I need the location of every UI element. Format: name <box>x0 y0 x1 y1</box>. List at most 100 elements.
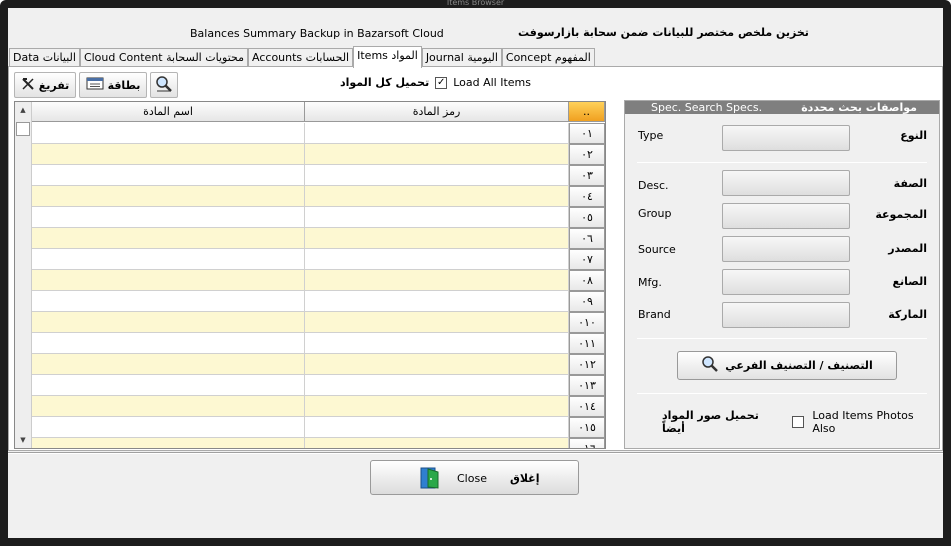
load-photos-checkbox[interactable] <box>792 416 805 428</box>
brand-selector-button[interactable] <box>722 302 850 328</box>
item-name-cell[interactable] <box>32 270 305 291</box>
item-code-cell[interactable] <box>305 144 569 165</box>
tab-data[interactable]: Data البيانات <box>9 48 80 68</box>
item-name-cell[interactable] <box>32 123 305 144</box>
table-row[interactable]: ٠٩ <box>32 291 605 312</box>
item-name-cell[interactable] <box>32 228 305 249</box>
row-number-cell[interactable]: ٠٣ <box>569 165 605 186</box>
item-code-cell[interactable] <box>305 417 569 438</box>
table-row[interactable]: ٠٥ <box>32 207 605 228</box>
item-code-cell[interactable] <box>305 249 569 270</box>
card-icon <box>86 77 104 93</box>
load-photos-label-ar: تحميل صور المواد أيضاً <box>662 409 759 435</box>
classify-button[interactable]: التصنيف / التصنيف الفرعي <box>677 351 897 380</box>
spec-divider <box>637 338 927 339</box>
clear-button[interactable]: تفريغ <box>14 72 76 98</box>
tab-accounts[interactable]: Accounts الحسابات <box>248 48 354 68</box>
row-number-cell[interactable]: ٠٢ <box>569 144 605 165</box>
row-number-cell[interactable]: ٠١٣ <box>569 375 605 396</box>
desc-selector-button[interactable] <box>722 170 850 196</box>
type-label-en: Type <box>638 129 664 142</box>
tab-concept[interactable]: Concept المفهوم <box>501 48 595 68</box>
table-row[interactable]: ٠١٤ <box>32 396 605 417</box>
table-row[interactable]: ٠٧ <box>32 249 605 270</box>
table-row[interactable]: ٠١٠ <box>32 312 605 333</box>
column-header-item-name[interactable]: اسم المادة <box>32 102 305 122</box>
item-name-cell[interactable] <box>32 417 305 438</box>
item-code-cell[interactable] <box>305 123 569 144</box>
row-number-cell[interactable]: ٠٤ <box>569 186 605 207</box>
item-code-cell[interactable] <box>305 228 569 249</box>
scroll-thumb[interactable] <box>16 122 30 136</box>
row-number-cell[interactable]: ٠٧ <box>569 249 605 270</box>
items-grid[interactable]: ▲ ▼ اسم المادة رمز المادة .. ٠١ ٠٢ ٠٣ ٠٤ ٠٥ ٠… <box>14 101 606 449</box>
group-selector-button[interactable] <box>722 203 850 229</box>
close-button[interactable]: Close إغلاق <box>370 460 579 495</box>
item-code-cell[interactable] <box>305 270 569 291</box>
item-code-cell[interactable] <box>305 333 569 354</box>
table-row[interactable]: ٠١٦ <box>32 438 605 448</box>
table-row[interactable]: ٠١٣ <box>32 375 605 396</box>
table-row[interactable]: ٠٦ <box>32 228 605 249</box>
mfg-selector-button[interactable] <box>722 269 850 295</box>
column-header-item-code[interactable]: رمز المادة <box>305 102 569 122</box>
tab-cloud-content[interactable]: Cloud Content محتويات السحابة <box>79 48 249 68</box>
item-name-cell[interactable] <box>32 291 305 312</box>
source-selector-button[interactable] <box>722 236 850 262</box>
row-number-cell[interactable]: ٠٦ <box>569 228 605 249</box>
item-code-cell[interactable] <box>305 354 569 375</box>
row-number-cell[interactable]: ٠١١ <box>569 333 605 354</box>
row-number-cell[interactable]: ٠١٢ <box>569 354 605 375</box>
table-row[interactable]: ٠٣ <box>32 165 605 186</box>
item-code-cell[interactable] <box>305 165 569 186</box>
item-code-cell[interactable] <box>305 186 569 207</box>
row-number-cell[interactable]: ٠٩ <box>569 291 605 312</box>
item-code-cell[interactable] <box>305 312 569 333</box>
item-name-cell[interactable] <box>32 396 305 417</box>
table-row[interactable]: ٠١١ <box>32 333 605 354</box>
table-row[interactable]: ٠١ <box>32 123 605 144</box>
item-name-cell[interactable] <box>32 207 305 228</box>
item-name-cell[interactable] <box>32 249 305 270</box>
tab-journal[interactable]: Journal اليومية <box>421 48 502 68</box>
row-number-cell[interactable]: ٠١٦ <box>569 438 605 448</box>
row-number-cell[interactable]: ٠١٥ <box>569 417 605 438</box>
item-name-cell[interactable] <box>32 165 305 186</box>
row-number-cell[interactable]: ٠٥ <box>569 207 605 228</box>
row-number-cell[interactable]: ٠١٠ <box>569 312 605 333</box>
scroll-up-icon[interactable]: ▲ <box>17 104 29 116</box>
column-header-index[interactable]: .. <box>569 102 605 122</box>
spec-search-panel: Spec. Search Specs. مواصفات بحث محددة Ty… <box>624 100 940 449</box>
desc-label-ar: الصفة <box>893 177 927 190</box>
load-all-checkbox[interactable]: ✓ <box>435 76 448 89</box>
row-number-cell[interactable]: ٠١ <box>569 123 605 144</box>
type-selector-button[interactable] <box>722 125 850 151</box>
row-number-cell[interactable]: ٠١٤ <box>569 396 605 417</box>
item-code-cell[interactable] <box>305 207 569 228</box>
item-name-cell[interactable] <box>32 375 305 396</box>
table-row[interactable]: ٠١٢ <box>32 354 605 375</box>
close-label-en: Close <box>457 472 487 485</box>
grid-scrollbar[interactable]: ▲ ▼ <box>15 102 32 448</box>
scroll-down-icon[interactable]: ▼ <box>17 434 29 446</box>
card-button[interactable]: بطاقة <box>79 72 147 98</box>
item-name-cell[interactable] <box>32 144 305 165</box>
item-name-cell[interactable] <box>32 354 305 375</box>
table-row[interactable]: ٠٢ <box>32 144 605 165</box>
mfg-label-ar: الصانع <box>892 275 927 288</box>
table-row[interactable]: ٠٤ <box>32 186 605 207</box>
classify-button-label: التصنيف / التصنيف الفرعي <box>725 359 873 372</box>
item-name-cell[interactable] <box>32 438 305 448</box>
table-row[interactable]: ٠٨ <box>32 270 605 291</box>
tab-items[interactable]: Items المواد <box>353 46 422 68</box>
item-code-cell[interactable] <box>305 291 569 312</box>
item-code-cell[interactable] <box>305 375 569 396</box>
table-row[interactable]: ٠١٥ <box>32 417 605 438</box>
item-name-cell[interactable] <box>32 333 305 354</box>
item-code-cell[interactable] <box>305 396 569 417</box>
search-button[interactable] <box>150 72 178 98</box>
item-name-cell[interactable] <box>32 186 305 207</box>
item-code-cell[interactable] <box>305 438 569 448</box>
row-number-cell[interactable]: ٠٨ <box>569 270 605 291</box>
item-name-cell[interactable] <box>32 312 305 333</box>
